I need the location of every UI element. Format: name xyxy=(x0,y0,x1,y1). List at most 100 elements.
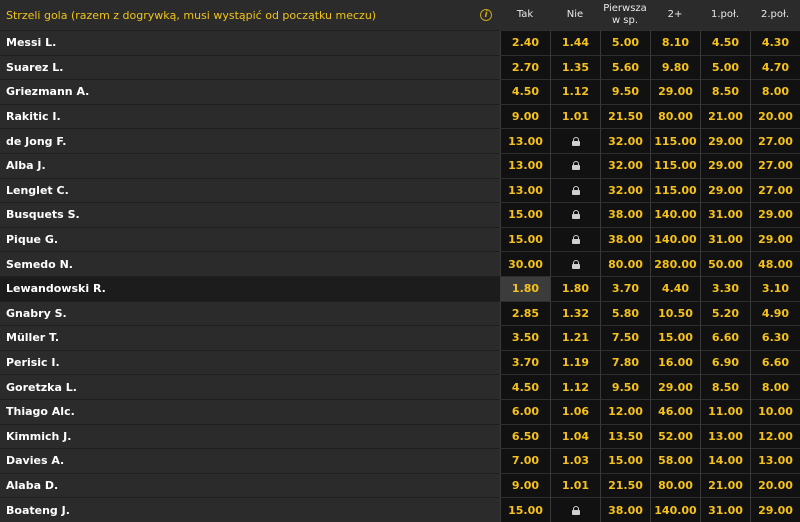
odd-2pol-button[interactable]: 4.30 xyxy=(750,30,800,55)
odd-pierwsza-button[interactable]: 7.50 xyxy=(600,325,650,350)
odd-pierwsza-button[interactable]: 13.50 xyxy=(600,423,650,449)
odd-2plus-button[interactable]: 140.00 xyxy=(650,497,700,522)
odd-pierwsza-button[interactable]: 9.50 xyxy=(600,374,650,399)
odd-1pol-button[interactable]: 31.00 xyxy=(700,202,750,227)
odd-tak-button[interactable]: 4.50 xyxy=(500,374,550,399)
odd-tak-button[interactable]: 13.00 xyxy=(500,152,550,178)
odd-1pol-button[interactable]: 14.00 xyxy=(700,448,750,473)
info-icon[interactable]: i xyxy=(480,9,492,21)
odd-2plus-button[interactable]: 46.00 xyxy=(650,398,700,424)
odd-2pol-button[interactable]: 20.00 xyxy=(750,103,800,129)
odd-2plus-button[interactable]: 115.00 xyxy=(650,128,700,153)
odd-pierwsza-button[interactable]: 12.00 xyxy=(600,398,650,424)
odd-2pol-button[interactable]: 29.00 xyxy=(750,202,800,227)
odd-2plus-button[interactable]: 16.00 xyxy=(650,349,700,375)
odd-tak-button[interactable]: 2.70 xyxy=(500,54,550,80)
odd-tak-button[interactable]: 30.00 xyxy=(500,251,550,276)
odd-2pol-button[interactable]: 27.00 xyxy=(750,128,800,153)
odd-2plus-button[interactable]: 280.00 xyxy=(650,251,700,276)
odd-2pol-button[interactable]: 12.00 xyxy=(750,423,800,449)
odd-pierwsza-button[interactable]: 32.00 xyxy=(600,152,650,178)
odd-tak-button[interactable]: 3.50 xyxy=(500,325,550,350)
odd-nie-button[interactable]: 1.80 xyxy=(550,275,600,301)
odd-tak-button[interactable]: 4.50 xyxy=(500,79,550,104)
odd-pierwsza-button[interactable]: 38.00 xyxy=(600,202,650,227)
odd-1pol-button[interactable]: 3.30 xyxy=(700,275,750,301)
odd-tak-button[interactable]: 1.80 xyxy=(500,275,550,301)
odd-nie-button[interactable] xyxy=(550,251,600,276)
odd-pierwsza-button[interactable]: 7.80 xyxy=(600,349,650,375)
odd-pierwsza-button[interactable]: 15.00 xyxy=(600,448,650,473)
odd-nie-button[interactable] xyxy=(550,128,600,153)
odd-nie-button[interactable]: 1.32 xyxy=(550,300,600,326)
odd-2plus-button[interactable]: 140.00 xyxy=(650,226,700,252)
odd-2pol-button[interactable]: 20.00 xyxy=(750,472,800,498)
odd-pierwsza-button[interactable]: 38.00 xyxy=(600,497,650,522)
odd-1pol-button[interactable]: 13.00 xyxy=(700,423,750,449)
odd-tak-button[interactable]: 9.00 xyxy=(500,103,550,129)
odd-1pol-button[interactable]: 5.00 xyxy=(700,54,750,80)
odd-nie-button[interactable] xyxy=(550,226,600,252)
odd-2plus-button[interactable]: 9.80 xyxy=(650,54,700,80)
odd-pierwsza-button[interactable]: 21.50 xyxy=(600,103,650,129)
odd-nie-button[interactable]: 1.35 xyxy=(550,54,600,80)
odd-1pol-button[interactable]: 21.00 xyxy=(700,103,750,129)
odd-2plus-button[interactable]: 29.00 xyxy=(650,79,700,104)
odd-pierwsza-button[interactable]: 5.60 xyxy=(600,54,650,80)
odd-2pol-button[interactable]: 10.00 xyxy=(750,398,800,424)
odd-nie-button[interactable]: 1.12 xyxy=(550,79,600,104)
odd-2plus-button[interactable]: 8.10 xyxy=(650,30,700,55)
odd-1pol-button[interactable]: 8.50 xyxy=(700,374,750,399)
odd-pierwsza-button[interactable]: 5.00 xyxy=(600,30,650,55)
odd-2pol-button[interactable]: 29.00 xyxy=(750,226,800,252)
odd-pierwsza-button[interactable]: 3.70 xyxy=(600,275,650,301)
odd-nie-button[interactable]: 1.01 xyxy=(550,103,600,129)
odd-2plus-button[interactable]: 10.50 xyxy=(650,300,700,326)
odd-nie-button[interactable] xyxy=(550,202,600,227)
odd-1pol-button[interactable]: 31.00 xyxy=(700,226,750,252)
odd-pierwsza-button[interactable]: 32.00 xyxy=(600,177,650,203)
odd-nie-button[interactable]: 1.06 xyxy=(550,398,600,424)
odd-tak-button[interactable]: 7.00 xyxy=(500,448,550,473)
odd-nie-button[interactable]: 1.12 xyxy=(550,374,600,399)
odd-tak-button[interactable]: 6.00 xyxy=(500,398,550,424)
odd-1pol-button[interactable]: 29.00 xyxy=(700,128,750,153)
odd-2pol-button[interactable]: 8.00 xyxy=(750,374,800,399)
odd-1pol-button[interactable]: 31.00 xyxy=(700,497,750,522)
odd-nie-button[interactable]: 1.01 xyxy=(550,472,600,498)
odd-2plus-button[interactable]: 4.40 xyxy=(650,275,700,301)
odd-2pol-button[interactable]: 3.10 xyxy=(750,275,800,301)
odd-tak-button[interactable]: 2.85 xyxy=(500,300,550,326)
odd-tak-button[interactable]: 9.00 xyxy=(500,472,550,498)
odd-tak-button[interactable]: 13.00 xyxy=(500,128,550,153)
odd-2plus-button[interactable]: 15.00 xyxy=(650,325,700,350)
odd-2pol-button[interactable]: 8.00 xyxy=(750,79,800,104)
odd-nie-button[interactable]: 1.44 xyxy=(550,30,600,55)
odd-nie-button[interactable] xyxy=(550,177,600,203)
odd-2plus-button[interactable]: 80.00 xyxy=(650,103,700,129)
odd-2plus-button[interactable]: 58.00 xyxy=(650,448,700,473)
odd-nie-button[interactable]: 1.19 xyxy=(550,349,600,375)
odd-2plus-button[interactable]: 115.00 xyxy=(650,177,700,203)
odd-1pol-button[interactable]: 21.00 xyxy=(700,472,750,498)
odd-pierwsza-button[interactable]: 38.00 xyxy=(600,226,650,252)
odd-pierwsza-button[interactable]: 5.80 xyxy=(600,300,650,326)
odd-1pol-button[interactable]: 50.00 xyxy=(700,251,750,276)
odd-tak-button[interactable]: 15.00 xyxy=(500,497,550,522)
odd-1pol-button[interactable]: 6.90 xyxy=(700,349,750,375)
odd-1pol-button[interactable]: 29.00 xyxy=(700,152,750,178)
odd-pierwsza-button[interactable]: 80.00 xyxy=(600,251,650,276)
odd-nie-button[interactable]: 1.03 xyxy=(550,448,600,473)
odd-2plus-button[interactable]: 115.00 xyxy=(650,152,700,178)
odd-nie-button[interactable] xyxy=(550,497,600,522)
odd-nie-button[interactable]: 1.21 xyxy=(550,325,600,350)
odd-2pol-button[interactable]: 27.00 xyxy=(750,177,800,203)
odd-2pol-button[interactable]: 4.90 xyxy=(750,300,800,326)
odd-pierwsza-button[interactable]: 21.50 xyxy=(600,472,650,498)
odd-1pol-button[interactable]: 5.20 xyxy=(700,300,750,326)
odd-1pol-button[interactable]: 11.00 xyxy=(700,398,750,424)
odd-nie-button[interactable]: 1.04 xyxy=(550,423,600,449)
odd-tak-button[interactable]: 6.50 xyxy=(500,423,550,449)
odd-tak-button[interactable]: 2.40 xyxy=(500,30,550,55)
odd-tak-button[interactable]: 3.70 xyxy=(500,349,550,375)
